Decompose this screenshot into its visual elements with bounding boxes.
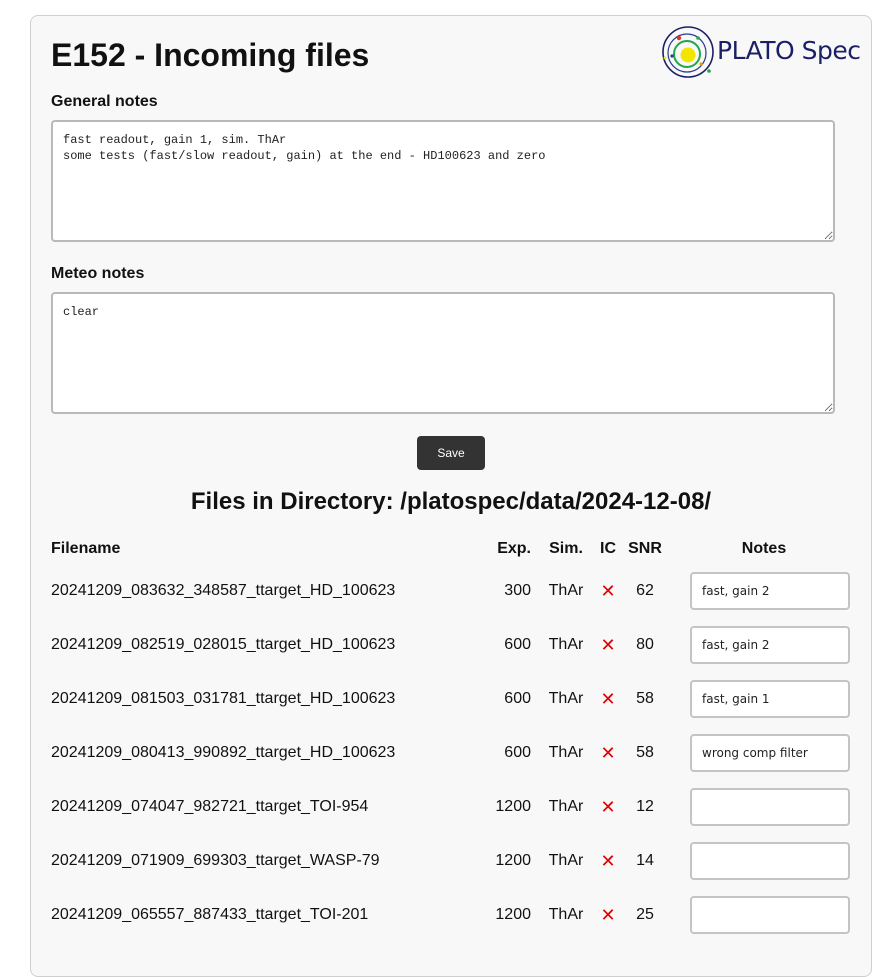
column-header-notes: Notes — [741, 540, 787, 557]
save-button[interactable]: Save — [417, 436, 485, 470]
exposure-cell: 1200 — [495, 906, 531, 923]
filename-cell: 20241209_083632_348587_ttarget_HD_100623 — [51, 582, 396, 599]
notes-input[interactable] — [690, 680, 850, 718]
files-heading: Files in Directory: /platospec/data/2024… — [190, 488, 712, 515]
sim-cell: ThAr — [548, 582, 584, 599]
snr-cell: 58 — [636, 744, 654, 761]
column-header-snr: SNR — [628, 540, 662, 557]
notes-input[interactable] — [690, 842, 850, 880]
sim-cell: ThAr — [548, 744, 584, 761]
ic-cell: ✕ — [593, 834, 623, 888]
column-header-filename: Filename — [51, 540, 121, 557]
filename-cell: 20241209_065557_887433_ttarget_TOI-201 — [51, 906, 369, 923]
cross-icon: ✕ — [600, 904, 616, 925]
cross-icon: ✕ — [600, 580, 616, 601]
notes-cell — [667, 618, 861, 672]
table-row: 20241209_074047_982721_ttarget_TOI-954 1… — [51, 780, 861, 834]
notes-cell — [667, 780, 861, 834]
filename-cell: 20241209_080413_990892_ttarget_HD_100623 — [51, 744, 396, 761]
exposure-cell: 1200 — [495, 852, 531, 869]
snr-cell: 14 — [636, 852, 654, 869]
sim-cell: ThAr — [548, 798, 584, 815]
notes-input[interactable] — [690, 626, 850, 664]
cross-icon: ✕ — [600, 688, 616, 709]
table-header-row: Filename Exp. Sim. IC SNR Notes — [51, 534, 861, 564]
notes-cell — [667, 726, 861, 780]
table-row: 20241209_082519_028015_ttarget_HD_100623… — [51, 618, 861, 672]
table-row: 20241209_065557_887433_ttarget_TOI-201 1… — [51, 888, 861, 942]
column-header-ic: IC — [600, 540, 616, 557]
notes-cell — [667, 564, 861, 618]
notes-cell — [667, 834, 861, 888]
page-title: E152 - Incoming files — [51, 37, 370, 73]
sim-cell: ThAr — [548, 906, 584, 923]
notes-cell — [667, 672, 861, 726]
cross-icon: ✕ — [600, 796, 616, 817]
notes-input[interactable] — [690, 572, 850, 610]
filename-cell: 20241209_082519_028015_ttarget_HD_100623 — [51, 636, 396, 653]
cross-icon: ✕ — [600, 850, 616, 871]
exposure-cell: 600 — [504, 744, 531, 761]
filename-cell: 20241209_074047_982721_ttarget_TOI-954 — [51, 798, 369, 815]
sim-cell: ThAr — [548, 690, 584, 707]
table-row: 20241209_081503_031781_ttarget_HD_100623… — [51, 672, 861, 726]
filename-cell: 20241209_071909_699303_ttarget_WASP-79 — [51, 852, 380, 869]
ic-cell: ✕ — [593, 672, 623, 726]
cross-icon: ✕ — [600, 742, 616, 763]
table-row: 20241209_080413_990892_ttarget_HD_100623… — [51, 726, 861, 780]
general-notes-label: General notes — [51, 93, 158, 110]
ic-cell: ✕ — [593, 618, 623, 672]
plato-spec-logo: PLATO Spec — [661, 24, 861, 80]
main-panel: E152 - Incoming files PLATO Spec General… — [30, 15, 872, 977]
table-row: 20241209_083632_348587_ttarget_HD_100623… — [51, 564, 861, 618]
general-notes-textarea[interactable]: fast readout, gain 1, sim. ThAr some tes… — [51, 120, 835, 242]
snr-cell: 58 — [636, 690, 654, 707]
meteo-notes-label: Meteo notes — [51, 265, 145, 282]
snr-cell: 62 — [636, 582, 654, 599]
notes-cell — [667, 888, 861, 942]
sim-cell: ThAr — [548, 852, 584, 869]
column-header-exposure: Exp. — [497, 540, 531, 557]
table-row: 20241209_071909_699303_ttarget_WASP-79 1… — [51, 834, 861, 888]
ic-cell: ✕ — [593, 726, 623, 780]
notes-input[interactable] — [690, 734, 850, 772]
snr-cell: 80 — [636, 636, 654, 653]
snr-cell: 25 — [636, 906, 654, 923]
files-table: Filename Exp. Sim. IC SNR Notes 20241209… — [51, 534, 861, 942]
notes-input[interactable] — [690, 788, 850, 826]
ic-cell: ✕ — [593, 888, 623, 942]
filename-cell: 20241209_081503_031781_ttarget_HD_100623 — [51, 690, 396, 707]
exposure-cell: 600 — [504, 690, 531, 707]
exposure-cell: 1200 — [495, 798, 531, 815]
logo-mark-icon — [662, 26, 714, 78]
exposure-cell: 600 — [504, 636, 531, 653]
logo-text: PLATO Spec — [717, 36, 861, 65]
snr-cell: 12 — [636, 798, 654, 815]
notes-input[interactable] — [690, 896, 850, 934]
cross-icon: ✕ — [600, 634, 616, 655]
column-header-simultaneous: Sim. — [549, 540, 583, 557]
ic-cell: ✕ — [593, 564, 623, 618]
ic-cell: ✕ — [593, 780, 623, 834]
sim-cell: ThAr — [548, 636, 584, 653]
exposure-cell: 300 — [504, 582, 531, 599]
meteo-notes-textarea[interactable]: clear — [51, 292, 835, 414]
